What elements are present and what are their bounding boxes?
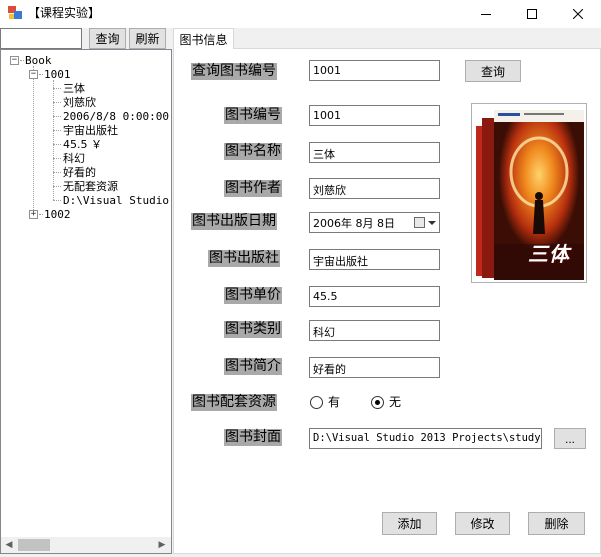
calendar-icon[interactable] xyxy=(414,217,425,228)
publish-date-picker[interactable]: 2006年 8月 8日 xyxy=(309,212,440,233)
maximize-icon xyxy=(527,9,537,19)
cover-title-text: 三体 xyxy=(528,242,570,266)
close-icon xyxy=(573,9,583,19)
dropdown-arrow-icon[interactable] xyxy=(428,221,436,225)
radio-selected-dot xyxy=(375,400,380,405)
tree-leaf-price[interactable]: 45.5 ￥ xyxy=(63,138,102,151)
book-tree[interactable]: − Book − 1001 三体 刘慈欣 2006/8/8 0:00:00 宇宙… xyxy=(0,49,172,554)
tree-root-node[interactable]: Book xyxy=(25,54,52,67)
book1-collapse-icon[interactable]: − xyxy=(29,70,38,79)
resource-yes-label[interactable]: 有 xyxy=(328,395,340,410)
book-name-input[interactable]: 三体 xyxy=(309,142,440,163)
maximize-button[interactable] xyxy=(509,0,555,28)
app-icon xyxy=(7,5,23,21)
scroll-right-icon[interactable]: ▶ xyxy=(154,537,170,553)
book-author-input[interactable]: 刘慈欣 xyxy=(309,178,440,199)
tree-node-book2[interactable]: 1002 xyxy=(44,208,71,221)
tree-leaf-name[interactable]: 三体 xyxy=(63,82,85,95)
query-id-input[interactable]: 1001 xyxy=(309,60,440,81)
price-label: 图书单价 xyxy=(224,287,282,304)
query-book-button[interactable]: 查询 xyxy=(465,60,521,82)
resource-no-radio[interactable] xyxy=(371,396,384,409)
close-button[interactable] xyxy=(555,0,601,28)
minimize-icon xyxy=(481,14,491,15)
tree-leaf-author[interactable]: 刘慈欣 xyxy=(63,96,96,109)
browse-cover-button[interactable]: ... xyxy=(554,428,586,449)
refresh-button[interactable]: 刷新 xyxy=(129,28,166,49)
tree-search-input[interactable] xyxy=(0,28,82,49)
intro-label: 图书简介 xyxy=(224,358,282,375)
category-label: 图书类别 xyxy=(224,321,282,338)
add-button[interactable]: 添加 xyxy=(382,512,437,535)
tree-leaf-publisher[interactable]: 宇宙出版社 xyxy=(63,124,118,137)
tree-node-book1[interactable]: 1001 xyxy=(44,68,71,81)
tab-book-info[interactable]: 图书信息 xyxy=(173,28,234,49)
category-input[interactable]: 科幻 xyxy=(309,320,440,341)
root-collapse-icon[interactable]: − xyxy=(10,56,19,65)
book-id-input[interactable]: 1001 xyxy=(309,105,440,126)
minimize-button[interactable] xyxy=(463,0,509,28)
resource-label: 图书配套资源 xyxy=(191,394,277,411)
query-id-label: 查询图书编号 xyxy=(191,63,277,80)
book-name-label: 图书名称 xyxy=(224,143,282,160)
scroll-thumb[interactable] xyxy=(18,539,50,551)
tree-leaf-cover-path[interactable]: D:\Visual Studio 2 xyxy=(63,194,171,207)
delete-button[interactable]: 删除 xyxy=(528,512,585,535)
price-input[interactable]: 45.5 xyxy=(309,286,440,307)
resource-no-label[interactable]: 无 xyxy=(389,395,401,410)
book-author-label: 图书作者 xyxy=(224,180,282,197)
tree-leaf-resource[interactable]: 无配套资源 xyxy=(63,180,118,193)
tree-leaf-intro[interactable]: 好看的 xyxy=(63,166,96,179)
intro-input[interactable]: 好看的 xyxy=(309,357,440,378)
window-title: 【课程实验】 xyxy=(28,6,101,20)
scroll-left-icon[interactable]: ◀ xyxy=(1,537,17,553)
book2-expand-icon[interactable]: + xyxy=(29,210,38,219)
resource-yes-radio[interactable] xyxy=(310,396,323,409)
tree-leaf-category[interactable]: 科幻 xyxy=(63,152,85,165)
publisher-label: 图书出版社 xyxy=(208,250,280,267)
publisher-input[interactable]: 宇宙出版社 xyxy=(309,249,440,270)
tree-leaf-date[interactable]: 2006/8/8 0:00:00 xyxy=(63,110,169,123)
cover-label: 图书封面 xyxy=(224,429,282,446)
publish-date-value: 2006年 8月 8日 xyxy=(313,216,395,230)
edit-button[interactable]: 修改 xyxy=(455,512,510,535)
publish-date-label: 图书出版日期 xyxy=(191,213,277,230)
tree-query-button[interactable]: 查询 xyxy=(89,28,126,49)
book-id-label: 图书编号 xyxy=(224,107,282,124)
cover-path-input[interactable]: D:\Visual Studio 2013 Projects\study a xyxy=(309,428,542,449)
